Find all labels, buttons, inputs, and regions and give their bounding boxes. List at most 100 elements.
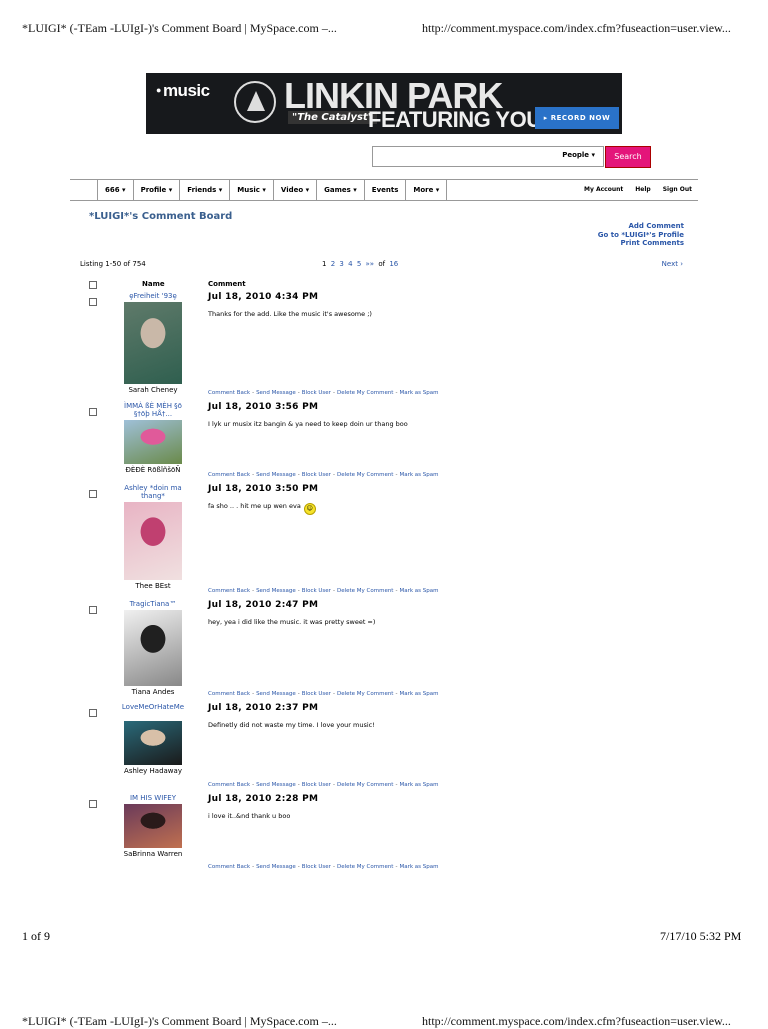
nav-item[interactable]: 666 ▾	[97, 180, 133, 200]
avatar[interactable]	[124, 804, 182, 848]
ad-tagline: FEATURING YOU	[368, 107, 542, 132]
last-page-link[interactable]: 16	[389, 260, 398, 268]
nav-item[interactable]: Friends ▾	[179, 180, 229, 200]
avatar[interactable]	[124, 721, 182, 765]
search-scope-select[interactable]: People ▾	[562, 151, 595, 159]
delete-comment-link[interactable]: Delete My Comment	[337, 691, 394, 697]
block-user-link[interactable]: Block User	[302, 691, 331, 697]
nav-item[interactable]: Video ▾	[272, 180, 316, 200]
search-button[interactable]: Search	[605, 146, 651, 168]
commenter-name-link[interactable]: TragicTiana™	[117, 600, 189, 608]
comment-checkbox[interactable]	[89, 709, 97, 717]
comment-text-body: fa sho .. . hit me up wen eva	[208, 502, 301, 510]
comment-actions: Comment Back - Send Message - Block User - Del…	[208, 864, 438, 870]
comment-checkbox[interactable]	[89, 298, 97, 306]
nav-item[interactable]: Profile ▾	[132, 180, 180, 200]
select-all-checkbox[interactable]	[89, 281, 97, 289]
nav-item[interactable]: Events	[363, 180, 406, 200]
comment-back-link[interactable]: Comment Back	[208, 864, 250, 870]
page-link[interactable]: 5	[357, 260, 361, 268]
page-link[interactable]: 2	[331, 260, 335, 268]
comment-text: Thanks for the add. Like the music it's …	[208, 310, 372, 318]
commenter-name-link[interactable]: ÌMMÀ ßÈ MÈH §ō §†ōþ HÅ†...	[117, 402, 189, 418]
comment-text: Definetly did not waste my time. I love …	[208, 721, 375, 729]
comment-text-body: Definetly did not waste my time. I love …	[208, 721, 375, 729]
commenter-name-link[interactable]: IM HIS WIFEY	[117, 794, 189, 802]
delete-comment-link[interactable]: Delete My Comment	[337, 472, 394, 478]
go-to-profile-link[interactable]: Go to *LUIGI*'s Profile	[598, 231, 684, 240]
comment-checkbox[interactable]	[89, 490, 97, 498]
action-separator: -	[297, 588, 300, 594]
mark-as-spam-link[interactable]: Mark as Spam	[399, 390, 438, 396]
mark-as-spam-link[interactable]: Mark as Spam	[399, 588, 438, 594]
comment-checkbox[interactable]	[89, 606, 97, 614]
page-link[interactable]: 1	[322, 260, 326, 268]
comment-actions: Comment Back - Send Message - Block User - Del…	[208, 782, 438, 788]
delete-comment-link[interactable]: Delete My Comment	[337, 588, 394, 594]
mark-as-spam-link[interactable]: Mark as Spam	[399, 472, 438, 478]
page-number: 1 of 9	[22, 929, 50, 943]
block-user-link[interactable]: Block User	[302, 588, 331, 594]
print-url-next: http://comment.myspace.com/index.cfm?fus…	[422, 1014, 731, 1028]
mark-as-spam-link[interactable]: Mark as Spam	[399, 864, 438, 870]
block-user-link[interactable]: Block User	[302, 864, 331, 870]
comment-back-link[interactable]: Comment Back	[208, 390, 250, 396]
delete-comment-link[interactable]: Delete My Comment	[337, 782, 394, 788]
search-input[interactable]: People ▾	[372, 146, 604, 167]
ad-banner[interactable]: music LINKIN PARK "The Catalyst" FEATURI…	[146, 73, 622, 134]
action-separator: -	[332, 472, 335, 478]
avatar[interactable]	[124, 610, 182, 686]
block-user-link[interactable]: Block User	[302, 782, 331, 788]
commenter-name-link[interactable]: LoveMeOrHateMe	[117, 703, 189, 711]
comment-text: hey, yea i did like the music. it was pr…	[208, 618, 375, 626]
send-message-link[interactable]: Send Message	[256, 588, 296, 594]
comment-back-link[interactable]: Comment Back	[208, 472, 250, 478]
mark-as-spam-link[interactable]: Mark as Spam	[399, 782, 438, 788]
avatar[interactable]	[124, 302, 182, 384]
action-separator: -	[297, 390, 300, 396]
commenter-real-name: Sarah Cheney	[128, 386, 178, 394]
page-link[interactable]: 4	[348, 260, 352, 268]
comment-checkbox[interactable]	[89, 800, 97, 808]
comment-checkbox[interactable]	[89, 408, 97, 416]
nav-item[interactable]: Music ▾	[229, 180, 273, 200]
block-user-link[interactable]: Block User	[302, 472, 331, 478]
next-page-link[interactable]: Next ›	[662, 260, 683, 268]
account-link[interactable]: Sign Out	[663, 186, 692, 193]
send-message-link[interactable]: Send Message	[256, 782, 296, 788]
avatar[interactable]	[124, 502, 182, 580]
delete-comment-link[interactable]: Delete My Comment	[337, 390, 394, 396]
mark-as-spam-link[interactable]: Mark as Spam	[399, 691, 438, 697]
commenter-name-link[interactable]: Ashley *doin ma thang*	[117, 484, 189, 500]
nav-item[interactable]: Games ▾	[316, 180, 364, 200]
print-comments-link[interactable]: Print Comments	[598, 239, 684, 248]
comment-back-link[interactable]: Comment Back	[208, 588, 250, 594]
send-message-link[interactable]: Send Message	[256, 864, 296, 870]
comment-text-body: hey, yea i did like the music. it was pr…	[208, 618, 376, 626]
comment-back-link[interactable]: Comment Back	[208, 691, 250, 697]
nav-bar: 666 ▾ Profile ▾ Friends ▾ Music ▾ Video ▾ Gam…	[70, 179, 698, 201]
avatar[interactable]	[124, 420, 182, 464]
comment-text: fa sho .. . hit me up wen eva ☺	[208, 502, 316, 515]
nav-item[interactable]: More ▾	[405, 180, 448, 200]
commenter-name-link[interactable]: ȩFreiheit '93ȩ	[117, 292, 189, 300]
apple-music-logo: music	[156, 81, 210, 101]
record-now-button[interactable]: ▸ RECORD NOW	[535, 107, 619, 129]
more-pages-link[interactable]: »»	[366, 260, 375, 268]
delete-comment-link[interactable]: Delete My Comment	[337, 864, 394, 870]
comment-date: Jul 18, 2010 2:47 PM	[208, 600, 319, 610]
comment-back-link[interactable]: Comment Back	[208, 782, 250, 788]
send-message-link[interactable]: Send Message	[256, 691, 296, 697]
page-link[interactable]: 3	[339, 260, 343, 268]
block-user-link[interactable]: Block User	[302, 390, 331, 396]
comment-date: Jul 18, 2010 2:28 PM	[208, 794, 319, 804]
account-link[interactable]: My Account	[584, 186, 623, 193]
comment-date: Jul 18, 2010 4:34 PM	[208, 292, 319, 302]
send-message-link[interactable]: Send Message	[256, 390, 296, 396]
send-message-link[interactable]: Send Message	[256, 472, 296, 478]
account-link[interactable]: Help	[635, 186, 650, 193]
action-separator: -	[252, 472, 255, 478]
add-comment-link[interactable]: Add Comment	[598, 222, 685, 231]
action-separator: -	[395, 472, 398, 478]
action-separator: -	[332, 691, 335, 697]
